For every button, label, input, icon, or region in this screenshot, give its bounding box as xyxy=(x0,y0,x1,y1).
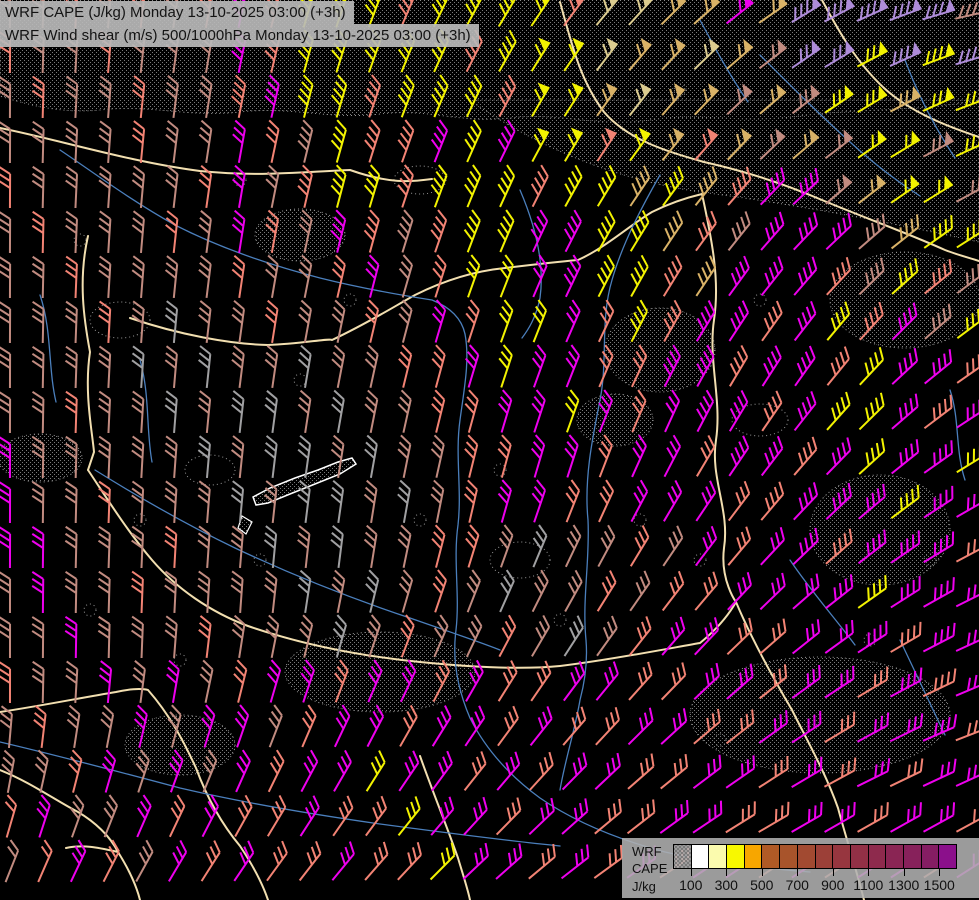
legend-tick xyxy=(762,869,763,876)
legend-tick xyxy=(691,869,692,876)
legend-tick-value: 1500 xyxy=(924,877,955,893)
legend-swatch-7 xyxy=(798,845,816,868)
legend-swatch-11 xyxy=(869,845,887,868)
legend-swatch-12 xyxy=(886,845,904,868)
legend-tick-value: 700 xyxy=(786,877,809,893)
legend-label-wrf: WRF xyxy=(632,845,662,858)
legend-tick xyxy=(868,869,869,876)
legend-swatch-6 xyxy=(780,845,798,868)
legend-swatch-8 xyxy=(816,845,834,868)
cape-legend: WRF CAPE J/kg 100 300 500 700 900 1100 1300 150… xyxy=(622,838,979,898)
legend-label-unit: J/kg xyxy=(632,880,656,893)
legend-swatch-15 xyxy=(939,845,956,868)
legend-swatch-4 xyxy=(745,845,763,868)
legend-tick xyxy=(797,869,798,876)
legend-tick xyxy=(833,869,834,876)
weather-map xyxy=(0,0,979,900)
map-title-shear: WRF Wind shear (m/s) 500/1000hPa Monday … xyxy=(0,24,479,47)
legend-swatch-2 xyxy=(709,845,727,868)
legend-swatch-13 xyxy=(904,845,922,868)
legend-tick-value: 1100 xyxy=(853,877,883,893)
legend-swatch-3 xyxy=(727,845,745,868)
legend-swatch-1 xyxy=(692,845,710,868)
legend-tick-value: 100 xyxy=(679,877,702,893)
legend-swatch-10 xyxy=(851,845,869,868)
legend-colorbar xyxy=(673,844,957,869)
wrf-map-screen: WRF CAPE (J/kg) Monday 13-10-2025 03:00 … xyxy=(0,0,979,900)
legend-tick-value: 1300 xyxy=(888,877,919,893)
legend-tick-value: 900 xyxy=(821,877,844,893)
map-title-cape: WRF CAPE (J/kg) Monday 13-10-2025 03:00 … xyxy=(0,1,354,24)
legend-tick xyxy=(904,869,905,876)
legend-label-cape: CAPE xyxy=(632,862,667,875)
legend-swatch-0 xyxy=(674,845,692,868)
legend-tick-value: 300 xyxy=(715,877,738,893)
legend-tick xyxy=(939,869,940,876)
legend-swatch-5 xyxy=(762,845,780,868)
legend-swatch-14 xyxy=(922,845,940,868)
legend-swatch-9 xyxy=(833,845,851,868)
legend-tick-value: 500 xyxy=(750,877,773,893)
legend-tick xyxy=(726,869,727,876)
